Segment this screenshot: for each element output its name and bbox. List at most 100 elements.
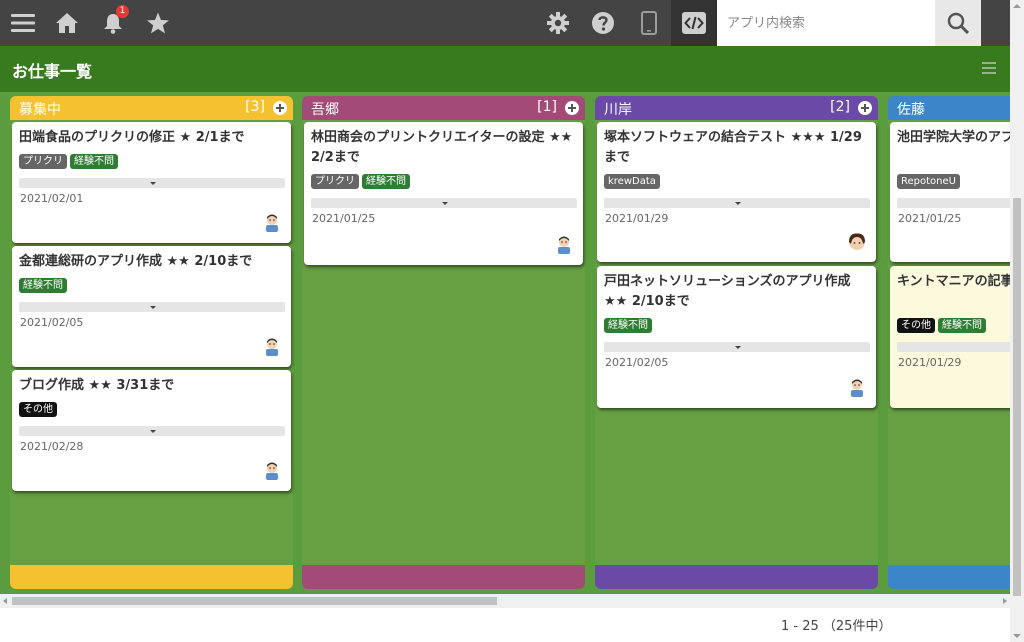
- column-footer: [595, 565, 878, 589]
- tag[interactable]: プリクリ: [19, 154, 67, 169]
- card-title: 林田商会のプリントクリエイターの設定 ★★ 2/2まで: [311, 130, 573, 165]
- card-title: 池田学院大学のアプリ ★★ 1/26まで: [897, 130, 1010, 145]
- notification-bell-icon[interactable]: 1: [90, 0, 136, 46]
- gear-icon[interactable]: [535, 0, 581, 46]
- card-title: 塚本ソフトウェアの結合テスト ★★★ 1/29まで: [604, 130, 862, 165]
- column-body: 塚本ソフトウェアの結合テスト ★★★ 1/29まで krewData 2021/…: [595, 120, 878, 565]
- card-expand-toggle[interactable]: [19, 426, 285, 436]
- search-icon[interactable]: [935, 0, 981, 46]
- card-date: 2021/01/29: [898, 356, 962, 369]
- avatar: [266, 214, 278, 232]
- header-menu-icon[interactable]: [982, 62, 996, 74]
- scroll-down-icon[interactable]: [1013, 634, 1021, 638]
- column-title: 佐藤: [897, 102, 925, 118]
- add-card-icon[interactable]: [273, 101, 287, 115]
- top-toolbar: 1: [0, 0, 1010, 46]
- tag[interactable]: 経験不問: [938, 318, 986, 333]
- menu-icon[interactable]: [0, 0, 46, 46]
- mobile-icon[interactable]: [626, 0, 672, 46]
- card-expand-toggle[interactable]: [604, 198, 870, 208]
- column-title: 募集中: [19, 102, 61, 118]
- column-header: 川岸 [2]: [595, 96, 878, 120]
- column-boshuchu: 募集中 [3] 田端食品のプリクリの修正 ★ 2/1まで プリクリ 経験不問 2…: [10, 96, 293, 589]
- card-tags: その他 経験不問: [897, 318, 986, 333]
- column-kawagishi: 川岸 [2] 塚本ソフトウェアの結合テスト ★★★ 1/29まで krewDat…: [595, 96, 878, 589]
- column-body: 林田商会のプリントクリエイターの設定 ★★ 2/2まで プリクリ 経験不問 20…: [302, 120, 585, 565]
- notification-badge: 1: [116, 5, 129, 18]
- page-title: お仕事一覧: [12, 62, 93, 81]
- avatar: [266, 338, 278, 356]
- code-icon[interactable]: [671, 0, 717, 46]
- vertical-scroll-thumb[interactable]: [1013, 198, 1021, 596]
- column-body: 池田学院大学のアプリ ★★ 1/26まで RepotoneU 2021/01/2…: [888, 120, 1010, 565]
- task-card[interactable]: キントマニアの記事 まで その他 経験不問 2021/01/29: [890, 266, 1010, 408]
- card-title: 田端食品のプリクリの修正 ★ 2/1まで: [19, 130, 245, 145]
- card-expand-toggle[interactable]: [19, 178, 285, 188]
- search-input[interactable]: [717, 0, 935, 46]
- vertical-scrollbar[interactable]: [1010, 0, 1024, 642]
- column-footer: [10, 565, 293, 589]
- tag[interactable]: 経験不問: [19, 278, 67, 293]
- column-footer: [302, 565, 585, 589]
- tag[interactable]: 経験不問: [362, 174, 410, 189]
- tag[interactable]: 経験不問: [604, 318, 652, 333]
- task-card[interactable]: 田端食品のプリクリの修正 ★ 2/1まで プリクリ 経験不問 2021/02/0…: [12, 122, 291, 243]
- horizontal-scrollbar[interactable]: [0, 594, 1010, 608]
- card-date: 2021/02/05: [20, 316, 84, 329]
- avatar: [558, 236, 570, 254]
- card-date: 2021/02/01: [20, 192, 84, 205]
- card-expand-toggle[interactable]: [897, 198, 1010, 208]
- pagination-info: 1 - 25 （25件中）: [781, 619, 892, 634]
- task-card[interactable]: 池田学院大学のアプリ ★★ 1/26まで RepotoneU 2021/01/2…: [890, 122, 1010, 262]
- card-tags: 経験不問: [19, 278, 67, 293]
- card-date: 2021/01/29: [605, 212, 669, 225]
- avatar: [266, 462, 278, 480]
- card-title: ブログ作成 ★★ 3/31まで: [19, 378, 175, 393]
- page-header: お仕事一覧: [0, 46, 1010, 92]
- column-header: 募集中 [3]: [10, 96, 293, 120]
- task-card[interactable]: ブログ作成 ★★ 3/31まで その他 2021/02/28: [12, 370, 291, 491]
- card-tags: プリクリ 経験不問: [19, 154, 118, 169]
- column-title: 川岸: [604, 102, 632, 118]
- help-icon[interactable]: [580, 0, 626, 46]
- card-expand-toggle[interactable]: [19, 302, 285, 312]
- horizontal-scroll-thumb[interactable]: [12, 597, 497, 605]
- tag[interactable]: krewData: [604, 174, 660, 189]
- card-expand-toggle[interactable]: [604, 342, 870, 352]
- card-title: 金都連総研のアプリ作成 ★★ 2/10まで: [19, 254, 253, 269]
- star-icon[interactable]: [135, 0, 181, 46]
- scroll-up-icon[interactable]: [1013, 4, 1021, 8]
- task-card[interactable]: 金都連総研のアプリ作成 ★★ 2/10まで 経験不問 2021/02/05: [12, 246, 291, 367]
- column-ago: 吾郷 [1] 林田商会のプリントクリエイターの設定 ★★ 2/2まで プリクリ …: [302, 96, 585, 589]
- scroll-left-icon[interactable]: [3, 598, 7, 604]
- tag[interactable]: その他: [897, 318, 935, 333]
- home-icon[interactable]: [44, 0, 90, 46]
- tag[interactable]: 経験不問: [70, 154, 118, 169]
- task-card[interactable]: 戸田ネットソリューションズのアプリ作成 ★★ 2/10まで 経験不問 2021/…: [597, 266, 876, 408]
- column-title: 吾郷: [311, 102, 339, 118]
- card-title: 戸田ネットソリューションズのアプリ作成 ★★ 2/10まで: [604, 274, 851, 309]
- card-expand-toggle[interactable]: [897, 342, 1010, 352]
- tag[interactable]: プリクリ: [311, 174, 359, 189]
- card-date: 2021/02/28: [20, 440, 84, 453]
- add-card-icon[interactable]: [565, 101, 579, 115]
- tag[interactable]: その他: [19, 402, 57, 417]
- card-date: 2021/02/05: [605, 356, 669, 369]
- tag[interactable]: RepotoneU: [897, 174, 960, 189]
- card-date: 2021/01/25: [898, 212, 962, 225]
- card-tags: プリクリ 経験不問: [311, 174, 410, 189]
- task-card[interactable]: 塚本ソフトウェアの結合テスト ★★★ 1/29まで krewData 2021/…: [597, 122, 876, 262]
- card-tags: krewData: [604, 174, 660, 189]
- task-card[interactable]: 林田商会のプリントクリエイターの設定 ★★ 2/2まで プリクリ 経験不問 20…: [304, 122, 583, 265]
- card-date: 2021/01/25: [312, 212, 376, 225]
- card-title: キントマニアの記事 まで: [897, 274, 1010, 289]
- column-count: [3]: [245, 99, 265, 115]
- add-card-icon[interactable]: [858, 101, 872, 115]
- scroll-right-icon[interactable]: [1003, 598, 1007, 604]
- kanban-board: 募集中 [3] 田端食品のプリクリの修正 ★ 2/1まで プリクリ 経験不問 2…: [0, 92, 1010, 594]
- card-expand-toggle[interactable]: [311, 198, 577, 208]
- avatar: [849, 233, 865, 250]
- column-footer: [888, 565, 1010, 589]
- card-tags: その他: [19, 402, 57, 417]
- column-header: 吾郷 [1]: [302, 96, 585, 120]
